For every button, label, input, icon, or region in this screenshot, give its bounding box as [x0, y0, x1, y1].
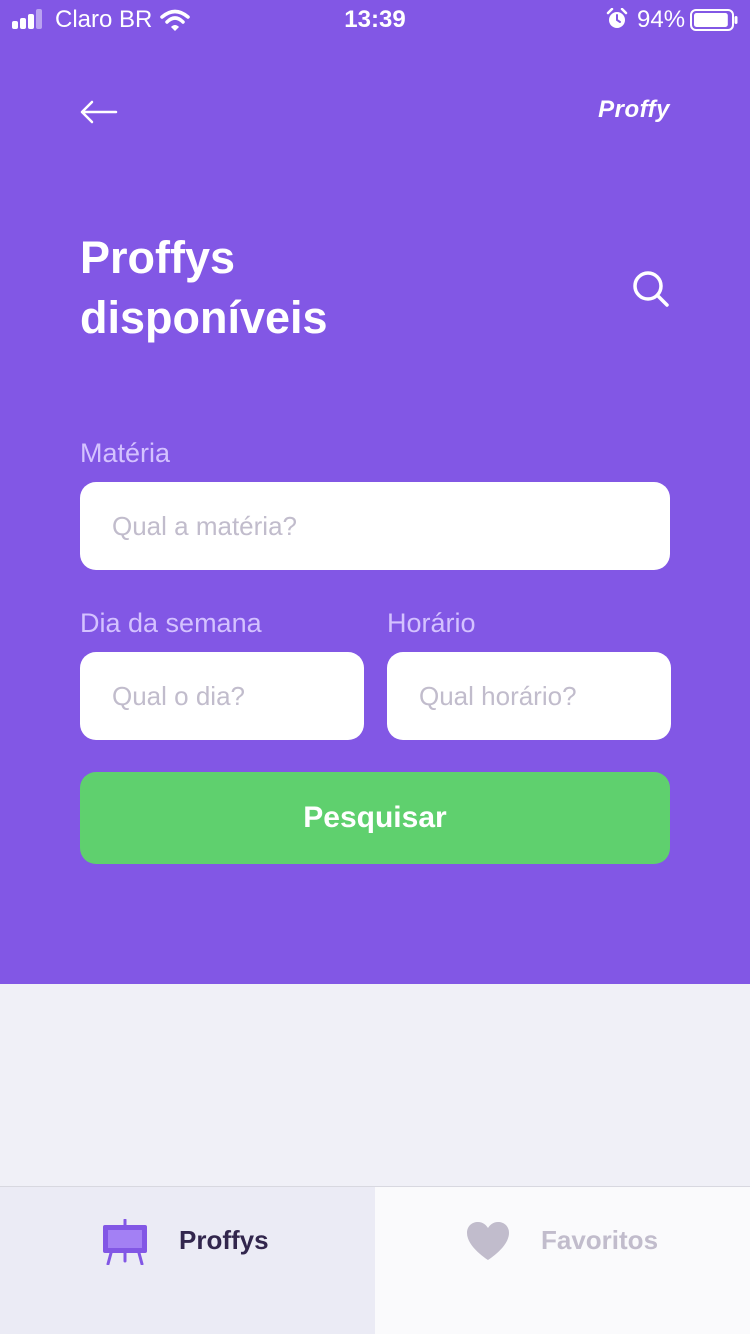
back-arrow-icon[interactable]	[78, 96, 118, 128]
tab-proffys-label: Proffys	[179, 1225, 269, 1255]
heart-icon	[467, 1222, 509, 1260]
proffy-logo: Proffy	[598, 96, 670, 123]
time-label: Horário	[387, 608, 476, 638]
tab-favoritos[interactable]: Favoritos	[375, 1187, 750, 1334]
subject-label: Matéria	[80, 438, 171, 468]
status-bar: Claro BR 13:39 94%	[0, 0, 750, 40]
page-title: Proffys disponíveis	[80, 228, 560, 348]
battery-icon	[690, 9, 738, 31]
tab-proffys[interactable]: Proffys	[0, 1187, 375, 1334]
tab-favoritos-label: Favoritos	[541, 1225, 659, 1255]
alarm-icon	[606, 8, 628, 28]
page-title-line2: disponíveis	[80, 292, 328, 343]
weekday-input[interactable]	[80, 652, 364, 740]
search-icon[interactable]	[630, 268, 670, 308]
time-input[interactable]	[387, 652, 671, 740]
page-title-line1: Proffys	[80, 232, 236, 283]
battery-percent: 94%	[637, 6, 686, 33]
subject-input[interactable]	[80, 482, 670, 570]
tab-bar: Proffys Favoritos	[0, 1186, 750, 1334]
header: Claro BR 13:39 94% Proffy Proffys dispon…	[0, 0, 750, 984]
search-submit-button[interactable]: Pesquisar	[80, 772, 670, 864]
easel-icon	[103, 1219, 147, 1265]
weekday-label: Dia da semana	[80, 608, 262, 638]
